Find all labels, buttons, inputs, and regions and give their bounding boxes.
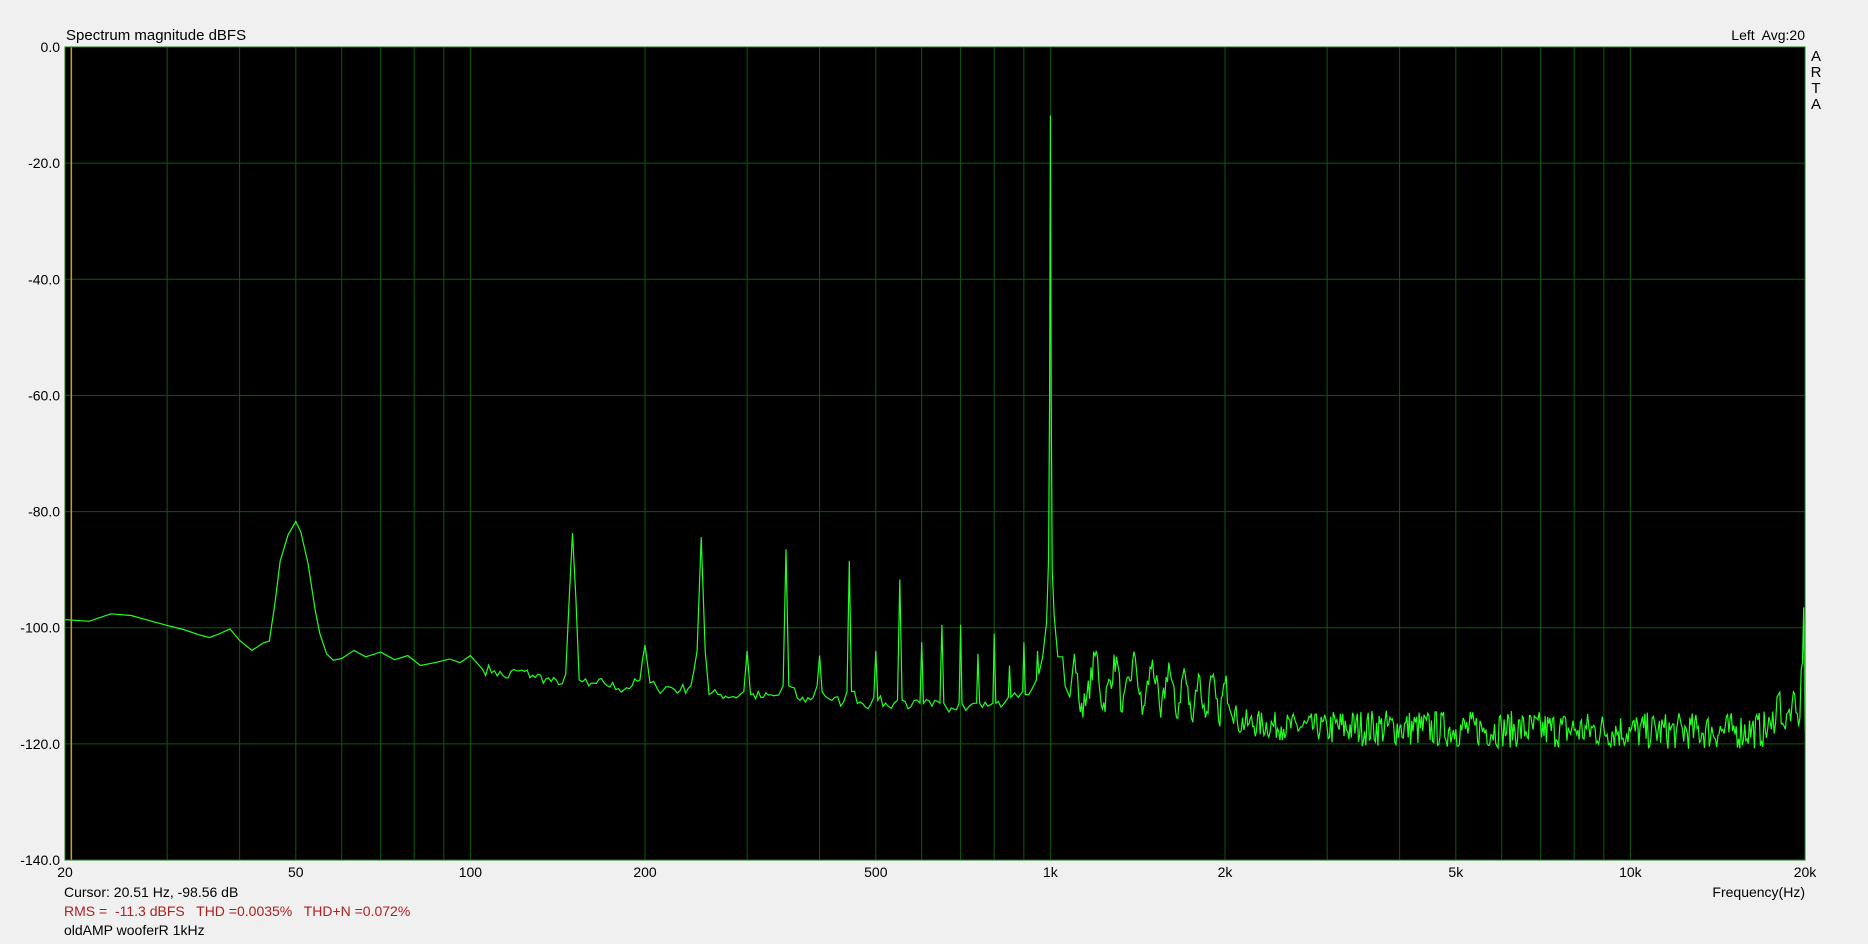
x-tick-label: 20 bbox=[57, 864, 73, 880]
brand-letter: A bbox=[1811, 48, 1821, 65]
x-tick-label: 200 bbox=[633, 864, 657, 880]
y-tick-label: 0.0 bbox=[41, 39, 61, 55]
x-tick-label: 2k bbox=[1218, 864, 1234, 880]
y-tick-label: -140.0 bbox=[20, 852, 60, 868]
y-tick-label: -100.0 bbox=[20, 620, 60, 636]
x-axis-tick-labels: 20 50 100 200 500 1k 2k 5k 10k 20k bbox=[57, 864, 1817, 880]
y-tick-label: -20.0 bbox=[28, 155, 60, 171]
x-tick-label: 10k bbox=[1619, 864, 1643, 880]
y-tick-label: -40.0 bbox=[28, 271, 60, 287]
x-tick-label: 20k bbox=[1794, 864, 1818, 880]
arta-brand-vertical: ARTA bbox=[1811, 48, 1822, 113]
x-tick-label: 50 bbox=[288, 864, 304, 880]
channel-average-label: Left Avg:20 bbox=[1731, 27, 1805, 43]
x-tick-label: 5k bbox=[1448, 864, 1464, 880]
y-axis-tick-labels: 0.0 -20.0 -40.0 -60.0 -80.0 -100.0 -120.0 -140.… bbox=[20, 39, 60, 868]
brand-letter: A bbox=[1811, 96, 1821, 113]
thd-statistics: RMS = -11.3 dBFS THD =0.0035% THD+N =0.0… bbox=[64, 903, 411, 919]
measurement-name: oldAMP wooferR 1kHz bbox=[64, 922, 205, 938]
plot-area[interactable] bbox=[65, 47, 1805, 860]
y-tick-label: -120.0 bbox=[20, 736, 60, 752]
brand-letter: T bbox=[1811, 80, 1820, 97]
brand-letter: R bbox=[1811, 64, 1822, 81]
cursor-readout: Cursor: 20.51 Hz, -98.56 dB bbox=[64, 884, 239, 900]
x-tick-label: 500 bbox=[864, 864, 888, 880]
x-tick-label: 1k bbox=[1043, 864, 1059, 880]
chart-title: Spectrum magnitude dBFS bbox=[66, 27, 246, 44]
spectrum-chart[interactable]: 0.0 -20.0 -40.0 -60.0 -80.0 -100.0 -120.0 -140.… bbox=[0, 0, 1868, 944]
y-tick-label: -80.0 bbox=[28, 504, 60, 520]
x-tick-label: 100 bbox=[459, 864, 483, 880]
y-tick-label: -60.0 bbox=[28, 387, 60, 403]
x-axis-label: Frequency(Hz) bbox=[1712, 884, 1805, 900]
